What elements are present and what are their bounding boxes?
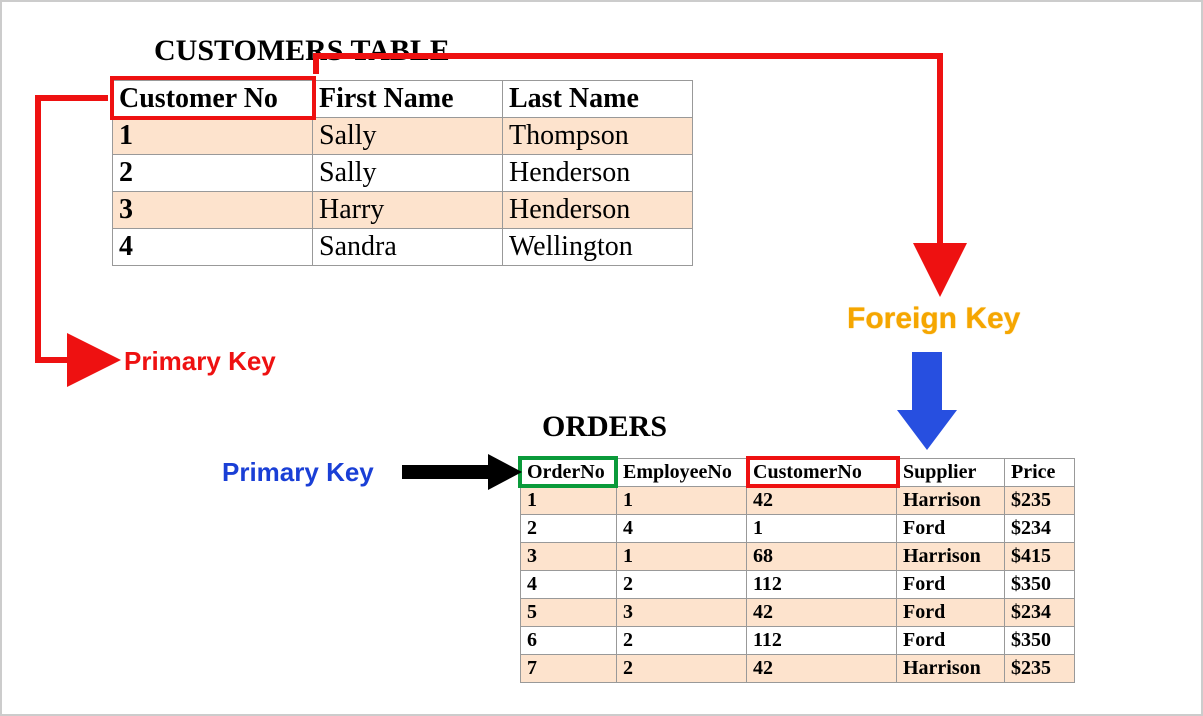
cell-employee-no: 1 xyxy=(617,487,747,515)
cell-order-no: 3 xyxy=(521,543,617,571)
cell-employee-no: 4 xyxy=(617,515,747,543)
arrow-orders-pk xyxy=(402,454,522,490)
cell-order-no: 4 xyxy=(521,571,617,599)
cell-employee-no: 2 xyxy=(617,571,747,599)
diagram-stage: CUSTOMERS TABLE ORDERS Customer No First… xyxy=(0,0,1203,716)
cell-supplier: Ford xyxy=(897,571,1005,599)
cell-supplier: Ford xyxy=(897,599,1005,627)
table-row: 1 1 42 Harrison $235 xyxy=(521,487,1075,515)
table-header-row: Customer No First Name Last Name xyxy=(113,81,693,118)
cell-last-name: Henderson xyxy=(503,155,693,192)
table-row: 6 2 112 Ford $350 xyxy=(521,627,1075,655)
cell-first-name: Sally xyxy=(313,155,503,192)
table-row: 4 Sandra Wellington xyxy=(113,229,693,266)
cell-supplier: Ford xyxy=(897,515,1005,543)
arrow-foreign-key-down xyxy=(897,352,957,450)
cell-employee-no: 2 xyxy=(617,627,747,655)
cell-price: $235 xyxy=(1005,487,1075,515)
table-row: 4 2 112 Ford $350 xyxy=(521,571,1075,599)
col-customer-no: CustomerNo xyxy=(747,459,897,487)
cell-price: $415 xyxy=(1005,543,1075,571)
table-row: 2 4 1 Ford $234 xyxy=(521,515,1075,543)
cell-supplier: Harrison xyxy=(897,487,1005,515)
col-last-name: Last Name xyxy=(503,81,693,118)
cell-first-name: Harry xyxy=(313,192,503,229)
table-row: 2 Sally Henderson xyxy=(113,155,693,192)
orders-title: ORDERS xyxy=(542,410,667,444)
cell-first-name: Sally xyxy=(313,118,503,155)
cell-customer-no: 1 xyxy=(747,515,897,543)
cell-order-no: 7 xyxy=(521,655,617,683)
col-supplier: Supplier xyxy=(897,459,1005,487)
cell-order-no: 6 xyxy=(521,627,617,655)
cell-price: $234 xyxy=(1005,515,1075,543)
customers-table: Customer No First Name Last Name 1 Sally… xyxy=(112,80,693,266)
table-row: 7 2 42 Harrison $235 xyxy=(521,655,1075,683)
col-employee-no: EmployeeNo xyxy=(617,459,747,487)
cell-customer-no: 42 xyxy=(747,599,897,627)
cell-customer-no: 4 xyxy=(113,229,313,266)
cell-customer-no: 112 xyxy=(747,627,897,655)
col-price: Price xyxy=(1005,459,1075,487)
cell-customer-no: 42 xyxy=(747,655,897,683)
cell-supplier: Harrison xyxy=(897,655,1005,683)
foreign-key-label: Foreign Key xyxy=(847,302,1020,336)
table-header-row: OrderNo EmployeeNo CustomerNo Supplier P… xyxy=(521,459,1075,487)
table-row: 3 1 68 Harrison $415 xyxy=(521,543,1075,571)
cell-customer-no: 112 xyxy=(747,571,897,599)
cell-last-name: Henderson xyxy=(503,192,693,229)
cell-customer-no: 3 xyxy=(113,192,313,229)
cell-employee-no: 3 xyxy=(617,599,747,627)
orders-table: OrderNo EmployeeNo CustomerNo Supplier P… xyxy=(520,458,1075,683)
cell-price: $234 xyxy=(1005,599,1075,627)
cell-price: $350 xyxy=(1005,627,1075,655)
col-customer-no: Customer No xyxy=(113,81,313,118)
cell-supplier: Harrison xyxy=(897,543,1005,571)
cell-order-no: 5 xyxy=(521,599,617,627)
arrow-customer-pk xyxy=(38,98,112,360)
table-row: 3 Harry Henderson xyxy=(113,192,693,229)
cell-price: $350 xyxy=(1005,571,1075,599)
primary-key-label-orders: Primary Key xyxy=(222,457,374,488)
cell-employee-no: 1 xyxy=(617,543,747,571)
cell-order-no: 1 xyxy=(521,487,617,515)
cell-customer-no: 1 xyxy=(113,118,313,155)
cell-first-name: Sandra xyxy=(313,229,503,266)
col-first-name: First Name xyxy=(313,81,503,118)
cell-last-name: Thompson xyxy=(503,118,693,155)
table-row: 5 3 42 Ford $234 xyxy=(521,599,1075,627)
primary-key-label-customers: Primary Key xyxy=(124,346,276,377)
col-order-no: OrderNo xyxy=(521,459,617,487)
customers-title: CUSTOMERS TABLE xyxy=(154,34,450,68)
cell-last-name: Wellington xyxy=(503,229,693,266)
cell-price: $235 xyxy=(1005,655,1075,683)
cell-employee-no: 2 xyxy=(617,655,747,683)
table-row: 1 Sally Thompson xyxy=(113,118,693,155)
cell-order-no: 2 xyxy=(521,515,617,543)
cell-customer-no: 2 xyxy=(113,155,313,192)
cell-customer-no: 68 xyxy=(747,543,897,571)
cell-customer-no: 42 xyxy=(747,487,897,515)
cell-supplier: Ford xyxy=(897,627,1005,655)
